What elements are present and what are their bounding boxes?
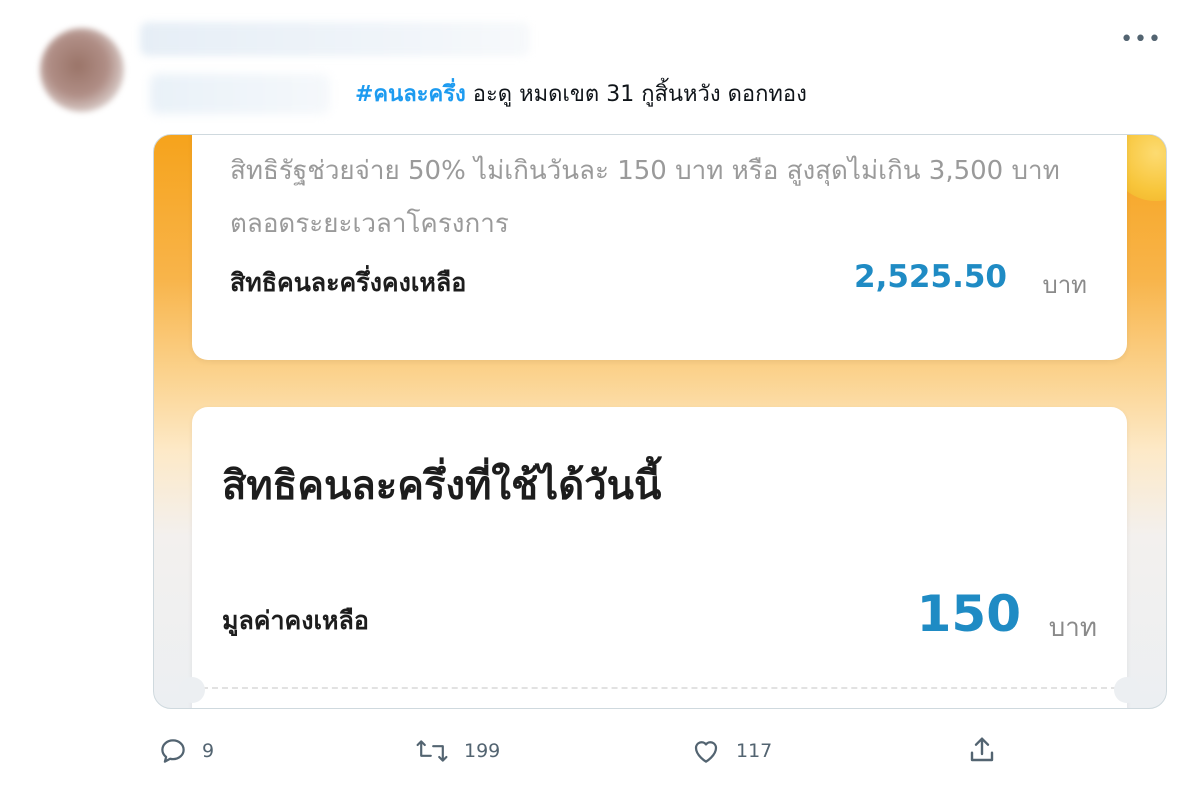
balance-value: 150 [916, 585, 1021, 643]
rights-remaining-unit: บาท [1042, 271, 1087, 299]
retweet-icon [414, 736, 450, 766]
tweet-actions: 9 199 117 [0, 728, 1200, 778]
username-blurred [150, 74, 330, 114]
hashtag-link[interactable]: #คนละครึ่ง [355, 82, 466, 107]
today-rights-card: สิทธิคนละครึ่งที่ใช้ได้วันนี้ มูลค่าคงเห… [179, 407, 1140, 708]
share-button[interactable] [966, 734, 998, 766]
ticket-notch-left [179, 677, 205, 703]
like-button[interactable]: 117 [690, 736, 772, 766]
dashed-divider [202, 687, 1117, 689]
reply-count: 9 [202, 740, 215, 762]
balance-label: มูลค่าคงเหลือ [222, 606, 369, 635]
rights-summary-card: สิทธิรัฐช่วยจ่าย 50% ไม่เกินวันละ 150 บา… [192, 135, 1127, 360]
share-icon [966, 734, 998, 766]
rights-description: สิทธิรัฐช่วยจ่าย 50% ไม่เกินวันละ 150 บา… [230, 156, 1060, 239]
ticket-notch-right [1114, 677, 1140, 703]
tweet-body: อะดู หมดเขต 31 กูสิ้นหวัง ดอกทอง [472, 82, 807, 107]
like-count: 117 [736, 740, 773, 762]
tweet-text: #คนละครึ่ง อะดู หมดเขต 31 กูสิ้นหวัง ดอก… [355, 76, 807, 111]
retweet-button[interactable]: 199 [414, 736, 500, 766]
more-icon[interactable]: ••• [1120, 29, 1162, 51]
tweet-media-image[interactable]: สิทธิรัฐช่วยจ่าย 50% ไม่เกินวันละ 150 บา… [153, 134, 1167, 709]
rights-remaining-label: สิทธิคนละครึ่งคงเหลือ [230, 268, 467, 297]
balance-unit: บาท [1048, 613, 1097, 643]
today-rights-title: สิทธิคนละครึ่งที่ใช้ได้วันนี้ [222, 463, 662, 509]
display-name-blurred[interactable] [140, 22, 530, 56]
reply-icon [158, 736, 188, 766]
like-icon [690, 736, 722, 766]
avatar[interactable] [40, 28, 124, 112]
retweet-count: 199 [464, 740, 501, 762]
rights-remaining-value: 2,525.50 [854, 259, 1007, 295]
reply-button[interactable]: 9 [158, 736, 214, 766]
